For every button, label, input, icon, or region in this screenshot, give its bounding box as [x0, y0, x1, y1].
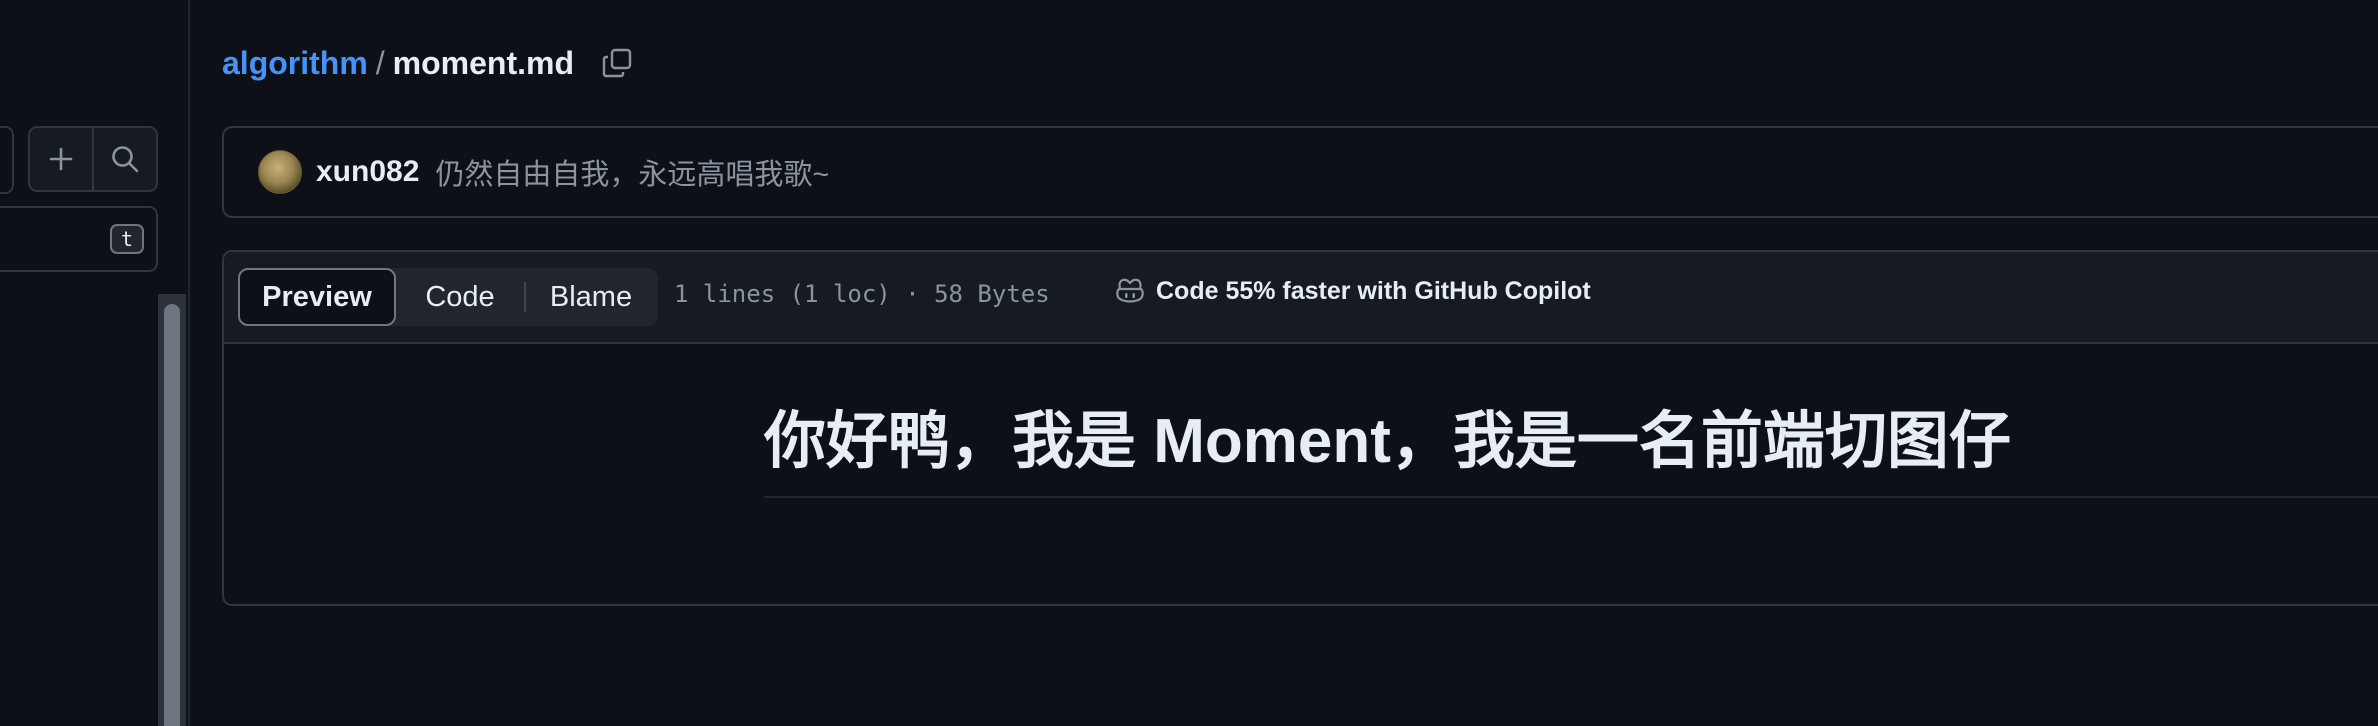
file-name: moment.md [392, 44, 575, 81]
copy-icon [602, 48, 632, 78]
commit-message[interactable]: 仍然自由自我，永远高唱我歌~ [435, 151, 829, 193]
view-mode-switch: Preview Code Blame [238, 268, 658, 326]
markdown-body: 你好鸭，我是 Moment，我是一名前端切图仔 [764, 402, 2378, 498]
sidebar-scrollbar[interactable] [158, 294, 186, 726]
copilot-promo-link[interactable]: Code 55% faster with GitHub Copilot [1114, 276, 1591, 306]
repo-link[interactable]: algorithm [222, 45, 368, 82]
copy-path-button[interactable] [600, 46, 634, 80]
search-icon [112, 146, 139, 173]
commit-author[interactable]: xun082 [316, 155, 419, 189]
scrollbar-thumb[interactable] [164, 304, 180, 726]
tab-code[interactable]: Code [396, 268, 524, 326]
file-tree-sidebar: t [0, 0, 190, 726]
search-button[interactable] [92, 128, 156, 190]
markdown-heading: 你好鸭，我是 Moment，我是一名前端切图仔 [764, 402, 2378, 498]
tab-preview[interactable]: Preview [238, 268, 396, 326]
copilot-promo-text: Code 55% faster with GitHub Copilot [1156, 276, 1591, 305]
breadcrumb: algorithm / moment.md [222, 40, 634, 86]
file-view: Preview Code Blame 1 lines (1 loc) · 58 … [222, 250, 2378, 606]
latest-commit-box: xun082 仍然自由自我，永远高唱我歌~ [222, 126, 2378, 218]
file-header: Preview Code Blame 1 lines (1 loc) · 58 … [224, 252, 2378, 344]
add-file-button[interactable] [30, 128, 92, 190]
plus-icon [49, 147, 73, 171]
go-to-file-input[interactable]: t [0, 206, 158, 272]
tab-blame[interactable]: Blame [526, 268, 656, 326]
keyboard-shortcut-badge: t [110, 224, 144, 254]
branch-select-button[interactable] [0, 126, 14, 194]
sidebar-button-group [28, 126, 158, 192]
page: t algorithm / moment.md xun082 仍然自由自我，永远… [0, 0, 2378, 726]
avatar[interactable] [258, 150, 302, 194]
copilot-icon [1116, 278, 1144, 303]
breadcrumb-separator: / [375, 44, 385, 81]
file-info: 1 lines (1 loc) · 58 Bytes [674, 280, 1050, 308]
